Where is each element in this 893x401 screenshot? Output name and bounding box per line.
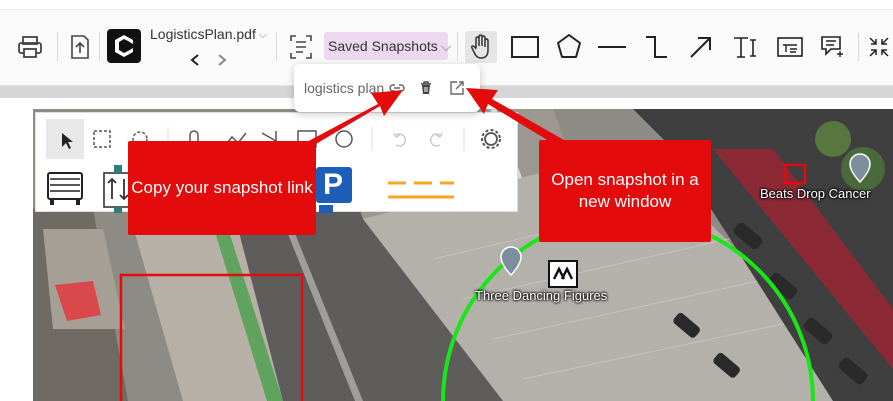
saved-snapshots-dropdown[interactable]: Saved Snapshots ⌵ bbox=[324, 32, 451, 60]
open-in-new-window-button[interactable] bbox=[448, 79, 466, 97]
forward-icon bbox=[218, 54, 227, 66]
copy-link-callout-text: Copy your snapshot link bbox=[131, 178, 313, 197]
chevron-down-icon: ⌵ bbox=[440, 37, 452, 54]
line-icon bbox=[598, 46, 626, 48]
forward-button[interactable] bbox=[213, 51, 231, 69]
hand-icon bbox=[470, 34, 489, 59]
copy-link-callout: Copy your snapshot link bbox=[128, 141, 316, 235]
map-place-label: Beats Drop Cancer bbox=[760, 186, 871, 201]
text-icon bbox=[734, 37, 756, 58]
open-window-callout-text: Open snapshot in a new window bbox=[551, 170, 699, 211]
chevron-down-icon: ⌵ bbox=[258, 29, 268, 41]
trash-icon bbox=[421, 81, 431, 94]
app-logo-icon bbox=[107, 29, 141, 63]
textbox-tool-button[interactable] bbox=[775, 35, 805, 59]
map-place-label: Three Dancing Figures bbox=[475, 288, 608, 303]
pentagon-icon bbox=[557, 34, 581, 58]
snapshot-button[interactable] bbox=[288, 33, 314, 61]
upload-button[interactable] bbox=[66, 33, 94, 61]
arrow-tool-button[interactable] bbox=[687, 33, 715, 61]
toolbar-divider bbox=[858, 33, 859, 61]
snapshot-name[interactable]: logistics plan bbox=[304, 80, 384, 96]
upload-icon bbox=[71, 35, 89, 59]
toolbar-divider bbox=[57, 33, 58, 61]
copy-link-button[interactable] bbox=[388, 81, 406, 95]
snapshot-icon bbox=[290, 35, 312, 59]
callout-icon bbox=[821, 36, 843, 57]
parking-letter: P bbox=[323, 168, 344, 201]
collapse-button[interactable] bbox=[866, 33, 892, 61]
rectangle-icon bbox=[511, 36, 539, 58]
toolbar-divider bbox=[276, 33, 277, 61]
file-name-dropdown[interactable]: LogisticsPlan.pdf ⌵ bbox=[150, 26, 267, 43]
elbow-line-tool-button[interactable] bbox=[642, 33, 670, 61]
text-tool-button[interactable] bbox=[730, 33, 760, 61]
snapshot-popup: logistics plan bbox=[294, 64, 480, 112]
open-external-icon bbox=[450, 81, 464, 95]
polygon-tool-button[interactable] bbox=[555, 32, 583, 60]
print-button[interactable] bbox=[16, 34, 44, 60]
rectangle-tool-button[interactable] bbox=[510, 34, 540, 60]
back-icon bbox=[190, 54, 199, 66]
collapse-icon bbox=[869, 37, 889, 57]
toolbar-divider bbox=[99, 33, 100, 61]
toolbar-top-strip bbox=[0, 0, 893, 10]
print-icon bbox=[18, 36, 42, 58]
pan-tool-button[interactable] bbox=[465, 31, 497, 63]
callout-tool-button[interactable] bbox=[818, 33, 846, 61]
delete-snapshot-button[interactable] bbox=[418, 79, 434, 97]
link-icon bbox=[389, 84, 405, 92]
arrow-icon bbox=[690, 37, 711, 58]
toolbar-divider bbox=[457, 33, 458, 61]
app-logo bbox=[107, 29, 141, 63]
back-button[interactable] bbox=[186, 51, 204, 69]
open-window-callout: Open snapshot in a new window bbox=[539, 140, 711, 242]
file-name: LogisticsPlan.pdf bbox=[150, 26, 256, 42]
textbox-icon bbox=[777, 37, 803, 57]
saved-snapshots-label: Saved Snapshots bbox=[328, 38, 438, 54]
elbow-line-icon bbox=[646, 36, 667, 58]
line-tool-button[interactable] bbox=[597, 38, 627, 56]
